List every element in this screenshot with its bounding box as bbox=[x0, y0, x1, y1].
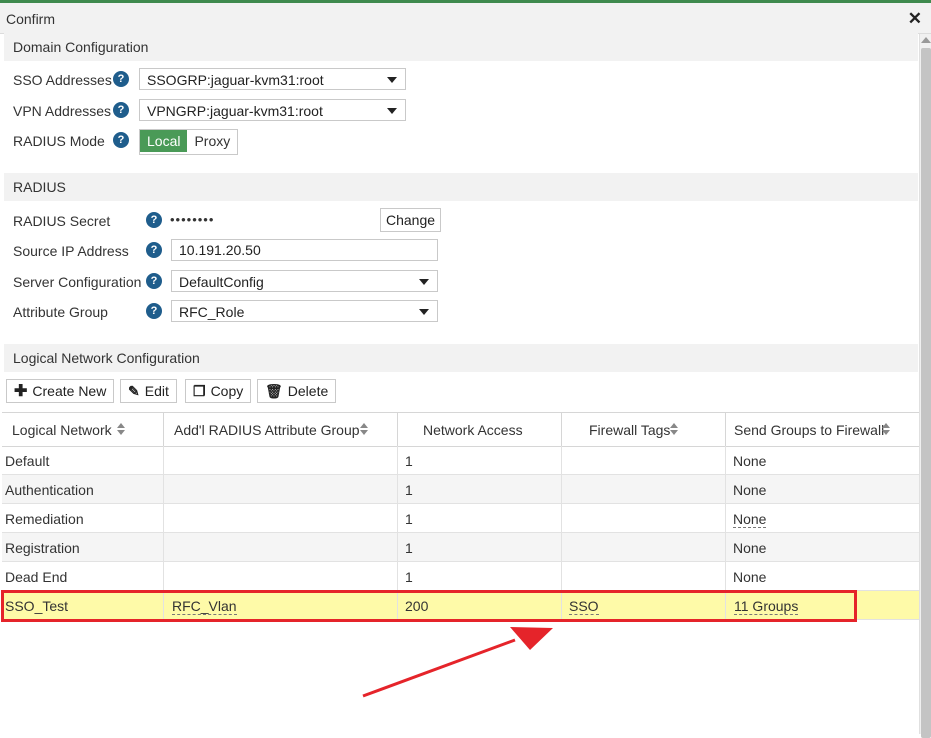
annotation-arrow-icon bbox=[362, 627, 553, 698]
